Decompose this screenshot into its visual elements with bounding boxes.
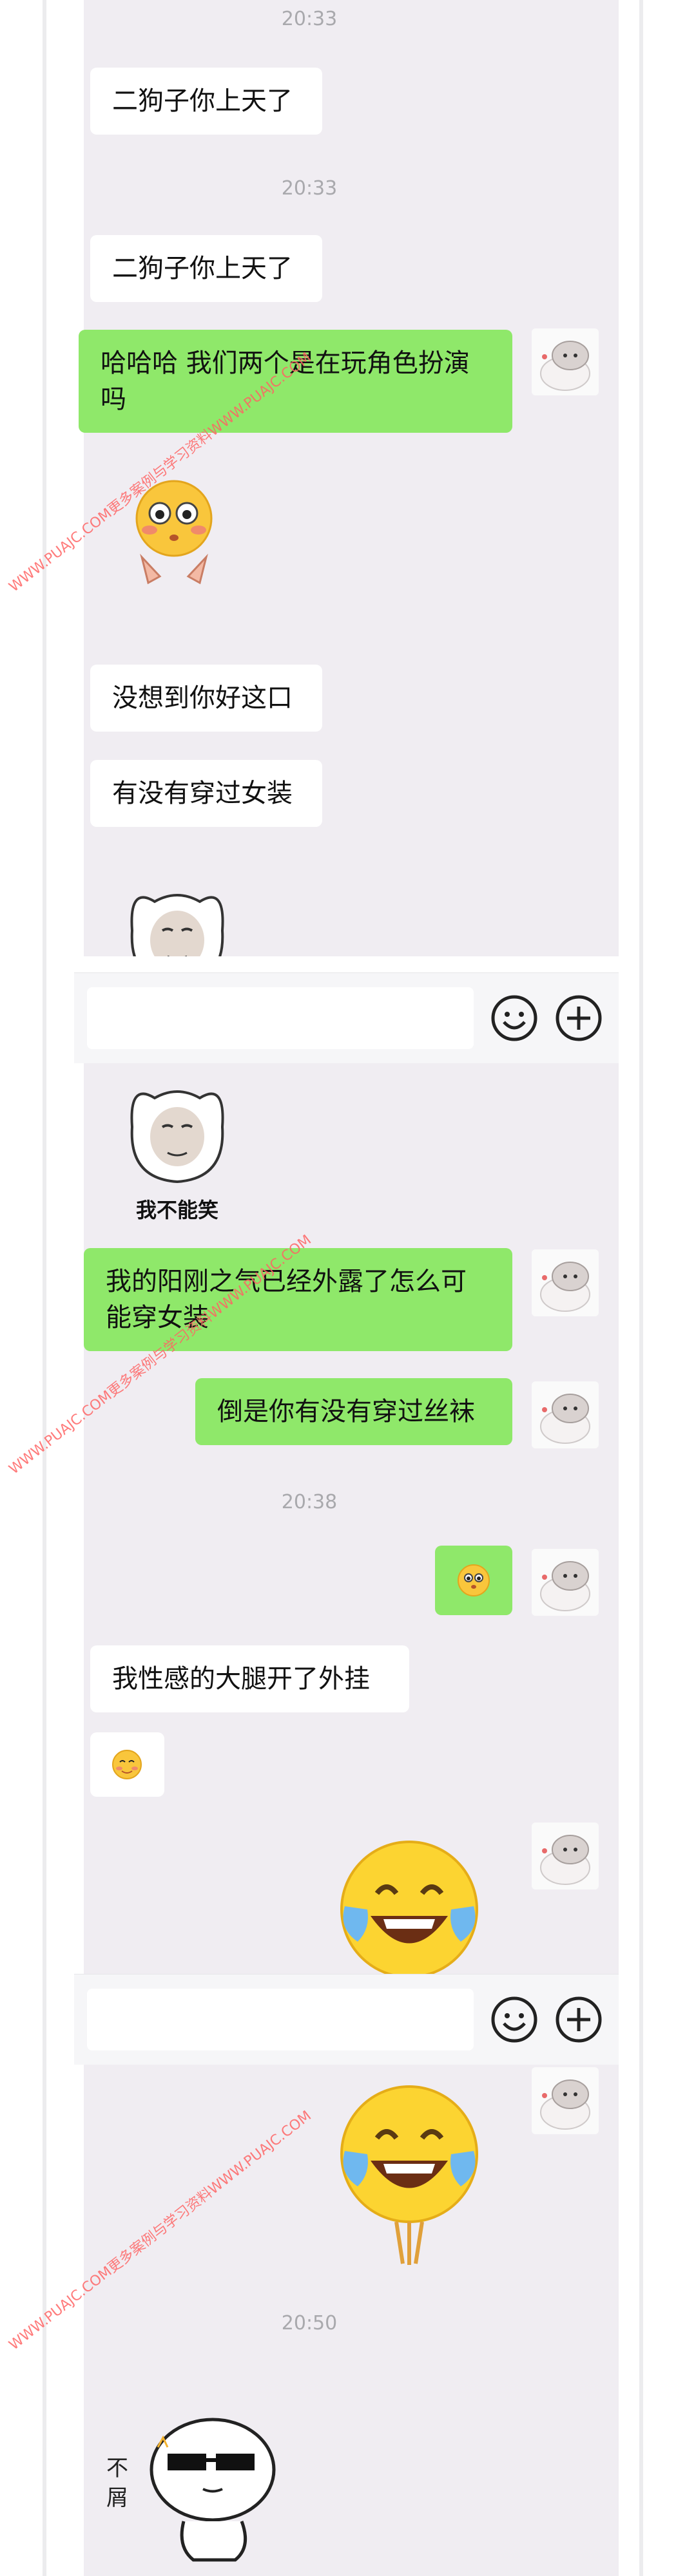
shy-emoji-icon — [458, 1564, 490, 1596]
message-text: 倒是你有没有穿过丝袜 — [217, 1397, 475, 1426]
cat-avatar-icon — [540, 1262, 590, 1312]
cat-avatar-icon — [540, 341, 590, 391]
timestamp: 20:50 — [281, 2312, 338, 2334]
tears-of-joy-icon — [340, 1841, 478, 1974]
user-avatar[interactable] — [532, 328, 599, 395]
sent-message[interactable]: 哈哈哈 我们两个是在玩角色扮演吗 — [79, 330, 512, 433]
tears-of-joy-icon — [340, 2085, 478, 2265]
sent-emoji-message[interactable] — [435, 1546, 512, 1615]
left-edge — [43, 0, 46, 2576]
sticker-caption: 我不能笑 — [135, 1198, 218, 1222]
sent-message[interactable]: 我的阳刚之气已经外露了怎么可能穿女装 — [84, 1248, 512, 1351]
cat-avatar-icon — [540, 1835, 590, 1885]
message-text: 二狗子你上天了 — [112, 254, 293, 283]
received-message[interactable]: 有没有穿过女装 — [90, 760, 322, 827]
input-toolbar — [74, 1974, 619, 2065]
cat-avatar-icon — [540, 1561, 590, 1611]
cat-face-icon — [130, 1090, 224, 1184]
smiley-icon — [491, 995, 537, 1041]
laughing-emoji-sticker[interactable] — [332, 1832, 487, 1974]
received-message[interactable]: 没想到你好这口 — [90, 665, 322, 732]
message-text: 有没有穿过女装 — [112, 779, 293, 808]
user-avatar[interactable] — [532, 2067, 599, 2134]
plus-circle-icon — [556, 995, 602, 1041]
cat-face-sticker[interactable]: 我不能笑 — [113, 1075, 242, 1222]
message-text: 二狗子你上天了 — [112, 86, 293, 116]
user-avatar[interactable] — [532, 1549, 599, 1616]
cat-face-sticker[interactable] — [116, 879, 238, 956]
user-avatar[interactable] — [532, 1249, 599, 1316]
cat-face-icon — [130, 894, 224, 956]
timestamp: 20:33 — [281, 8, 338, 30]
user-avatar[interactable] — [532, 1381, 599, 1448]
message-text: 没想到你好这口 — [112, 683, 293, 713]
cat-avatar-icon — [540, 2079, 590, 2130]
message-input[interactable] — [87, 987, 474, 1049]
sunglasses-face-icon — [150, 2418, 276, 2562]
smiley-icon — [491, 1996, 537, 2043]
laughing-emoji-sticker[interactable] — [332, 2077, 487, 2270]
sticker-caption: 不屑 — [106, 2456, 128, 2511]
add-button[interactable] — [554, 1995, 603, 2044]
message-text: 我的阳刚之气已经外露了怎么可能穿女装 — [106, 1267, 467, 1332]
sent-message[interactable]: 倒是你有没有穿过丝袜 — [195, 1378, 512, 1445]
emoji-button[interactable] — [490, 1995, 539, 2044]
add-button[interactable] — [554, 994, 603, 1043]
message-text: 我性感的大腿开了外挂 — [112, 1664, 370, 1694]
timestamp: 20:38 — [281, 1491, 338, 1513]
timestamp: 20:33 — [281, 177, 338, 200]
message-input[interactable] — [87, 1989, 474, 2050]
received-message[interactable]: 二狗子你上天了 — [90, 68, 322, 135]
received-emoji-message[interactable] — [90, 1732, 164, 1797]
received-message[interactable]: 二狗子你上天了 — [90, 235, 322, 302]
received-message[interactable]: 我性感的大腿开了外挂 — [90, 1645, 409, 1712]
cat-avatar-icon — [540, 1394, 590, 1444]
plus-circle-icon — [556, 1996, 602, 2043]
user-avatar[interactable] — [532, 1823, 599, 1889]
right-edge — [639, 0, 643, 2576]
blush-smile-icon — [112, 1750, 142, 1779]
input-toolbar — [74, 972, 619, 1063]
emoji-button[interactable] — [490, 994, 539, 1043]
disdain-sticker[interactable]: 不屑 — [106, 2409, 287, 2563]
